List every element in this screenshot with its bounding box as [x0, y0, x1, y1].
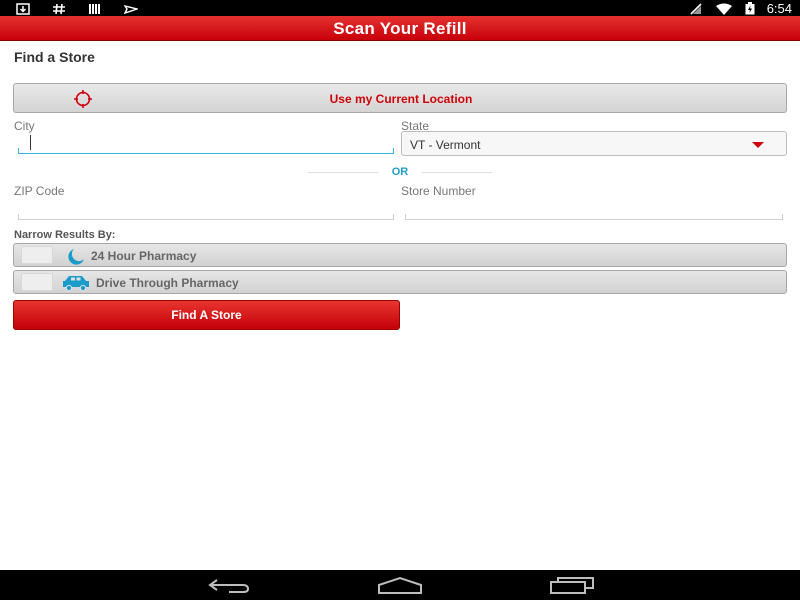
use-current-location-label: Use my Current Location: [329, 92, 473, 106]
navigation-bar: [0, 570, 800, 600]
bars-icon: [88, 2, 102, 14]
hash-icon: [52, 2, 66, 15]
title-bar: Scan Your Refill: [0, 16, 800, 41]
checkbox-drive-through[interactable]: [21, 273, 53, 291]
state-selected-value: VT - Vermont: [410, 138, 481, 152]
filter-label: Drive Through Pharmacy: [96, 276, 239, 290]
page-title: Scan Your Refill: [333, 19, 467, 38]
status-time: 6:54: [766, 0, 792, 16]
find-a-store-label: Find A Store: [171, 308, 242, 322]
battery-icon: [745, 2, 755, 15]
home-icon[interactable]: [376, 576, 424, 594]
filter-label: 24 Hour Pharmacy: [91, 249, 197, 263]
store-number-input[interactable]: [405, 198, 783, 220]
car-icon: [61, 274, 91, 292]
city-input[interactable]: [18, 132, 394, 154]
state-select[interactable]: VT - Vermont: [401, 131, 787, 156]
status-bar: 6:54: [0, 0, 800, 16]
wifi-icon: [715, 2, 733, 15]
checkbox-24-hour[interactable]: [21, 246, 53, 264]
use-current-location-button[interactable]: Use my Current Location: [13, 83, 787, 113]
app-screen: 6:54 Scan Your Refill Find a Store Use m…: [0, 0, 800, 600]
zip-code-input[interactable]: [18, 198, 394, 220]
no-signal-icon: [689, 2, 703, 15]
filter-24-hour-pharmacy[interactable]: 24 Hour Pharmacy: [13, 243, 787, 267]
find-a-store-button[interactable]: Find A Store: [13, 300, 400, 330]
narrow-results-label: Narrow Results By:: [14, 229, 116, 241]
store-number-label: Store Number: [401, 184, 476, 198]
moon-icon: [60, 247, 86, 265]
city-label: City: [14, 119, 35, 133]
zip-label: ZIP Code: [14, 184, 65, 198]
text-cursor: [30, 135, 31, 150]
download-icon: [16, 2, 30, 15]
section-title: Find a Store: [14, 49, 95, 65]
filter-drive-through-pharmacy[interactable]: Drive Through Pharmacy: [13, 270, 787, 294]
recent-apps-icon[interactable]: [549, 576, 595, 594]
or-label: OR: [391, 166, 409, 178]
dropdown-arrow-icon: [752, 142, 764, 148]
back-icon[interactable]: [207, 576, 251, 594]
plane-icon: [123, 2, 140, 15]
or-divider: OR: [300, 166, 500, 178]
